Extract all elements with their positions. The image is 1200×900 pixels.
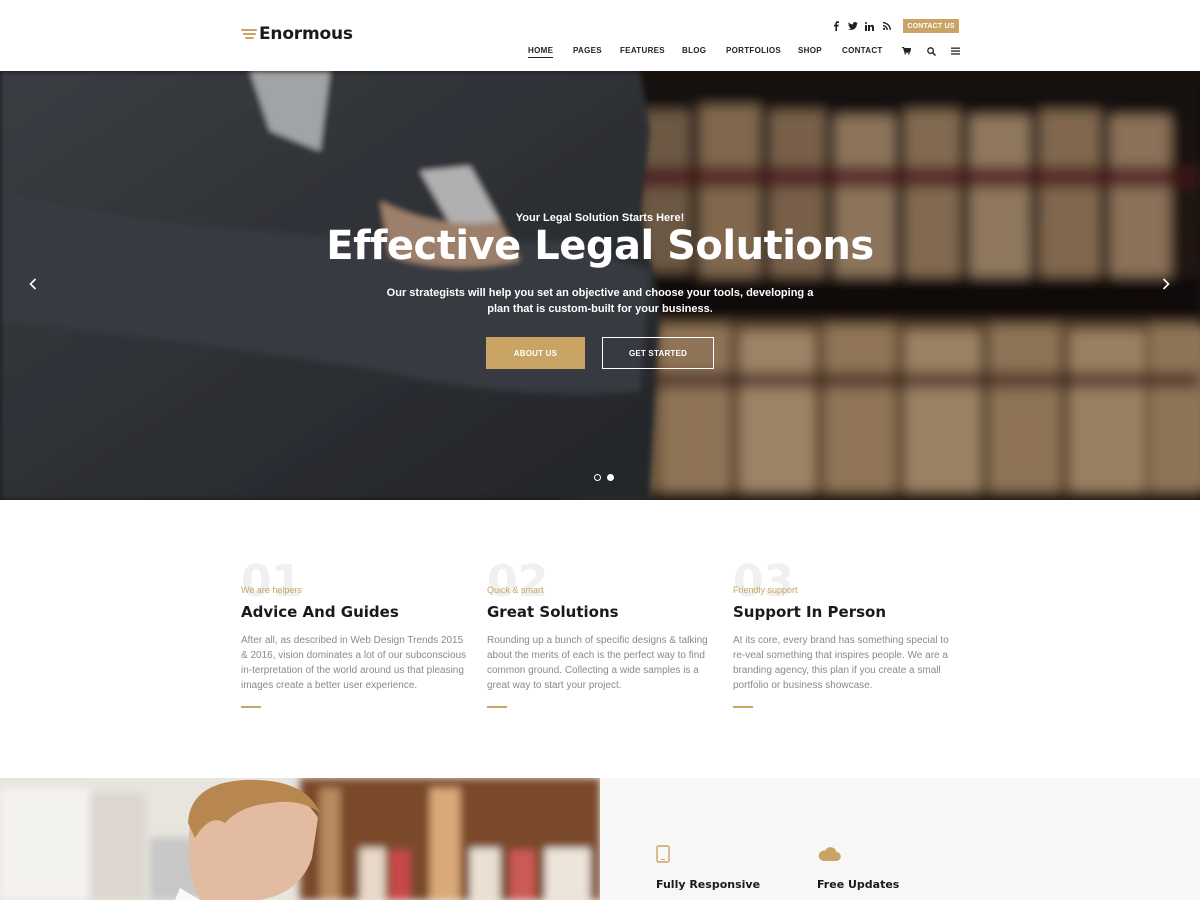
twitter-icon[interactable]: [847, 19, 858, 33]
feature-eyebrow: Friendly support: [733, 585, 798, 595]
slider-dot-2[interactable]: [607, 474, 614, 481]
feature-item: Fully Responsive: [656, 844, 760, 891]
feature-eyebrow: We are helpers: [241, 585, 302, 595]
slider-dot-1[interactable]: [594, 474, 601, 481]
feature-title: Great Solutions: [487, 603, 619, 621]
feature-divider: [487, 706, 507, 708]
tablet-icon: [656, 844, 680, 864]
menu-icon[interactable]: [950, 46, 960, 56]
nav-item-pages[interactable]: PAGES: [573, 46, 602, 55]
get-started-button[interactable]: GET STARTED: [602, 337, 714, 369]
feature-number: 02: [487, 556, 549, 607]
nav-item-home[interactable]: HOME: [528, 46, 554, 58]
feature-title: Advice And Guides: [241, 603, 399, 621]
hero-slider: Your Legal Solution Starts Here! Effecti…: [0, 71, 1200, 500]
facebook-icon[interactable]: [830, 19, 841, 33]
about-us-button[interactable]: ABOUT US: [486, 337, 585, 369]
cart-icon[interactable]: [901, 46, 911, 56]
feature-text: At its core, every brand has something s…: [733, 635, 949, 691]
hero-description: Our strategists will help you set an obj…: [386, 287, 814, 315]
feature-item-title: Fully Responsive: [656, 878, 761, 891]
feature-divider: [733, 706, 753, 708]
slider-next-arrow-icon[interactable]: [1160, 277, 1172, 291]
nav-item-blog[interactable]: BLOG: [682, 46, 706, 55]
feature-number: 03: [733, 556, 795, 607]
logo-mark-icon: [241, 27, 257, 41]
features-panel: Fully Responsive Free Updates: [600, 778, 1200, 900]
rss-icon[interactable]: [881, 19, 892, 33]
feature-divider: [241, 706, 261, 708]
nav-item-features[interactable]: FEATURES: [620, 46, 665, 55]
feature-title: Support In Person: [733, 603, 887, 621]
cloud-icon: [817, 844, 841, 864]
logo-text: Enormous: [259, 24, 353, 44]
feature-number: 01: [241, 556, 303, 607]
nav-item-shop[interactable]: SHOP: [798, 46, 822, 55]
feature-item: Free Updates: [817, 844, 899, 891]
site-header: Enormous CONTACT US HOME PAGES FEATURES …: [0, 0, 1200, 71]
nav-item-portfolios[interactable]: PORTFOLIOS: [726, 46, 781, 55]
slider-prev-arrow-icon[interactable]: [27, 277, 39, 291]
search-icon[interactable]: [926, 46, 936, 56]
feature-text: Rounding up a bunch of specific designs …: [487, 635, 708, 691]
linkedin-icon[interactable]: [864, 19, 875, 33]
social-links: [830, 19, 898, 33]
nav-item-contact[interactable]: CONTACT: [842, 46, 883, 55]
contact-us-button[interactable]: CONTACT US: [903, 19, 959, 33]
logo[interactable]: Enormous: [241, 24, 353, 44]
feature-item-title: Free Updates: [817, 878, 900, 891]
feature-text: After all, as described in Web Design Tr…: [241, 635, 467, 691]
lawyer-photo: [0, 778, 600, 900]
hero-title: Effective Legal Solutions: [326, 223, 874, 269]
slider-pagination: [594, 474, 620, 481]
feature-eyebrow: Quick & smart: [487, 585, 544, 595]
